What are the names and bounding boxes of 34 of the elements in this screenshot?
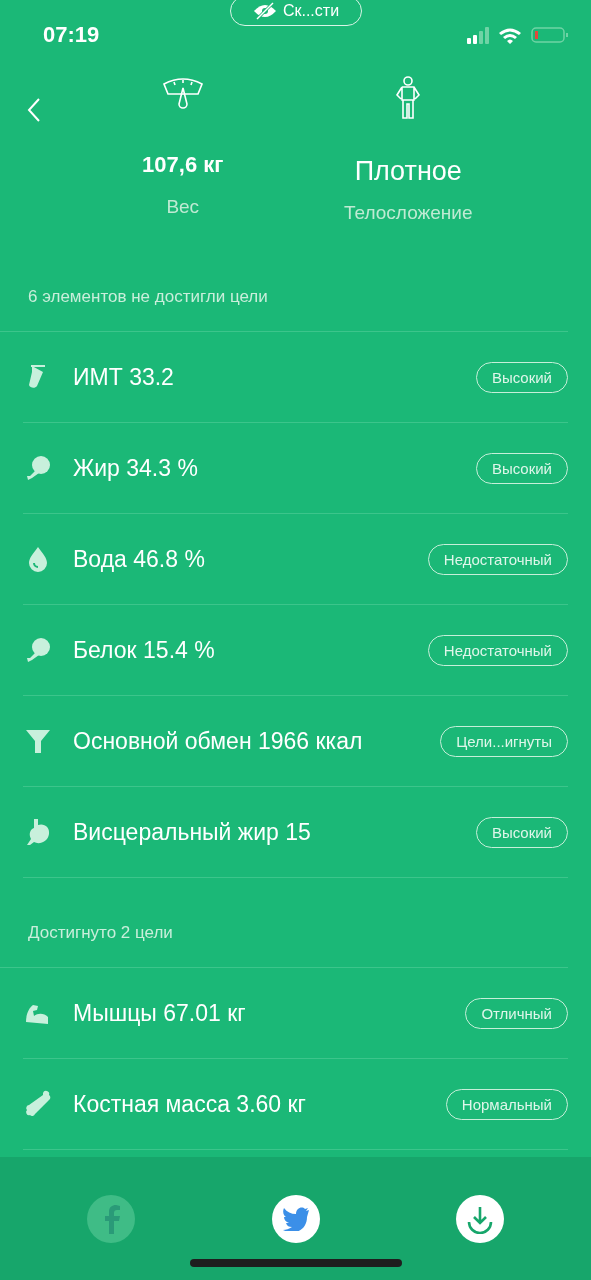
summary-label: Телосложение — [344, 202, 473, 224]
metric-row[interactable]: Костная масса 3.60 кг Нормальный — [23, 1059, 568, 1150]
bone-icon — [23, 1089, 53, 1119]
metric-text: Жир 34.3 % — [73, 454, 199, 482]
summary-label: Вес — [166, 196, 200, 218]
summary-value: 107,6 кг — [142, 151, 224, 179]
pill-label: Ск...сти — [282, 2, 340, 20]
signal-icon — [467, 26, 489, 44]
bird-icon — [281, 1207, 310, 1231]
metric-text: Основной обмен 1966 ккал — [73, 727, 364, 755]
metric-row[interactable]: Висцеральный жир 15 Высокий — [23, 787, 568, 878]
status-time: 07:19 — [43, 22, 100, 48]
share-button[interactable] — [271, 1195, 320, 1243]
metric-text: Костная масса 3.60 кг — [73, 1090, 307, 1118]
metric-text: Висцеральный жир 15 — [73, 818, 312, 846]
metric-row[interactable]: ИМТ 33.2 Высокий — [23, 332, 568, 423]
eye-slash-icon — [252, 2, 277, 20]
metric-row[interactable]: Вода 46.8 % Недостаточный — [23, 514, 568, 605]
metric-text: Белок 15.4 % — [73, 636, 216, 664]
download-icon — [465, 1204, 495, 1234]
metric-row[interactable]: Основной обмен 1966 ккал Цели...игнуты — [23, 696, 568, 787]
summary-value: Плотное — [354, 156, 462, 186]
metric-text: ИМТ 33.2 — [73, 363, 175, 391]
section-heading: Достигнуто 2 цели — [0, 898, 568, 968]
chevron-left-icon — [27, 96, 41, 123]
share-button[interactable] — [456, 1195, 504, 1243]
metric-row[interactable]: Жир 34.3 % Высокий — [23, 423, 568, 514]
battery-icon — [531, 27, 569, 43]
wifi-icon — [499, 26, 521, 44]
metric-row[interactable]: Белок 15.4 % Недостаточный — [23, 605, 568, 696]
metric-text: Вода 46.8 % — [73, 545, 206, 573]
metric-text: Мышцы 67.01 кг — [73, 999, 247, 1027]
section-heading: 6 элементов не достигли цели — [0, 262, 568, 332]
metric-row[interactable]: Мышцы 67.01 кг Отличный — [23, 968, 568, 1059]
